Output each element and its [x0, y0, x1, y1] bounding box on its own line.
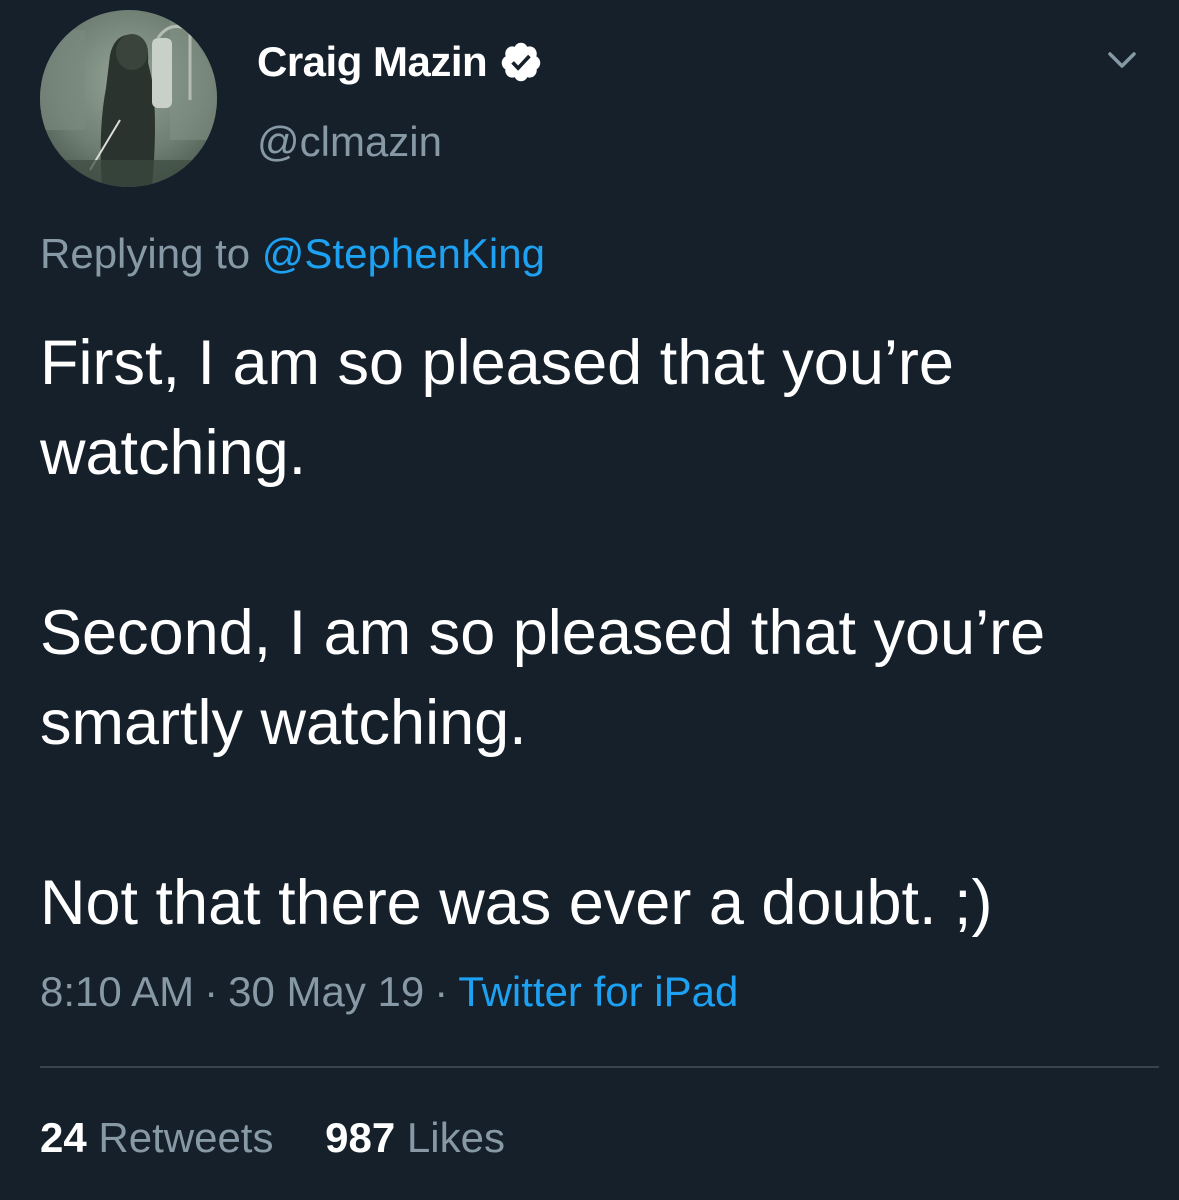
likes-label: Likes	[406, 1114, 505, 1161]
tweet-paragraph: Not that there was ever a doubt. ;)	[40, 868, 993, 938]
avatar-image	[40, 10, 217, 187]
tweet-detail: Craig Mazin @clmazin Replying to @Stephe…	[0, 0, 1179, 1200]
tweet-paragraph: First, I am so pleased that you’re watch…	[40, 328, 954, 488]
likes-stat[interactable]: 987 Likes	[325, 1114, 505, 1162]
retweets-stat[interactable]: 24 Retweets	[40, 1114, 273, 1162]
tweet-text: First, I am so pleased that you’re watch…	[40, 318, 1150, 948]
reply-mention-link[interactable]: @StephenKing	[262, 230, 545, 277]
replying-to-label: Replying to	[40, 230, 251, 277]
tweet-date[interactable]: 30 May 19	[228, 968, 424, 1015]
tweet-metadata: 8:10 AM · 30 May 19 · Twitter for iPad	[40, 968, 738, 1016]
separator-dot: ·	[434, 968, 449, 1015]
chevron-down-icon[interactable]	[1102, 40, 1142, 80]
divider	[40, 1066, 1159, 1068]
author-name-row[interactable]: Craig Mazin	[257, 32, 543, 92]
tweet-time[interactable]: 8:10 AM	[40, 968, 194, 1015]
likes-count: 987	[325, 1114, 396, 1161]
retweets-label: Retweets	[98, 1114, 274, 1161]
engagement-stats: 24 Retweets 987 Likes	[40, 1114, 545, 1162]
tweet-source-link[interactable]: Twitter for iPad	[458, 968, 738, 1015]
separator-dot: ·	[204, 968, 219, 1015]
author-handle[interactable]: @clmazin	[257, 118, 442, 166]
avatar[interactable]	[40, 10, 217, 187]
replying-to: Replying to @StephenKing	[40, 230, 545, 278]
tweet-paragraph: Second, I am so pleased that you’re smar…	[40, 598, 1046, 758]
retweets-count: 24	[40, 1114, 87, 1161]
author-display-name[interactable]: Craig Mazin	[257, 38, 488, 86]
verified-badge-icon	[499, 40, 543, 84]
